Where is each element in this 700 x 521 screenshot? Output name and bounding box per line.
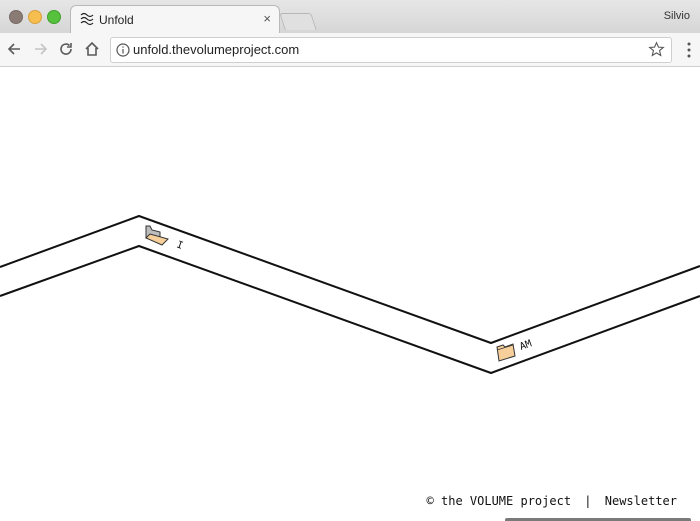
menu-dots-icon[interactable] xyxy=(686,42,692,58)
new-tab-button[interactable] xyxy=(279,13,317,30)
toolbar: unfold.thevolumeproject.com xyxy=(0,33,700,67)
browser-window: Unfold × Silvio unfold.thevolumeproject.… xyxy=(0,0,700,521)
url-text[interactable]: unfold.thevolumeproject.com xyxy=(133,42,299,57)
reload-icon xyxy=(60,43,72,55)
window-minimize-button[interactable] xyxy=(28,10,42,24)
tab-title: Unfold xyxy=(99,13,134,27)
footer: © the VOLUME project | Newsletter xyxy=(427,494,677,508)
folder-closed-icon[interactable] xyxy=(496,343,516,362)
path-bottom-edge xyxy=(0,244,700,375)
reload-button[interactable] xyxy=(56,39,76,59)
back-button[interactable] xyxy=(5,39,25,59)
tab-unfold[interactable]: Unfold × xyxy=(70,5,280,34)
copyright-text: © the VOLUME project xyxy=(426,494,572,508)
folder-label-am[interactable]: AM xyxy=(518,338,533,352)
profile-name[interactable]: Silvio xyxy=(664,10,690,22)
home-icon xyxy=(85,41,99,56)
folded-path-canvas: I AM xyxy=(0,214,700,375)
window-close-button[interactable] xyxy=(9,10,23,24)
page-content: I AM © the VOLUME project | Newsletter xyxy=(0,67,700,521)
back-arrow-icon xyxy=(7,43,20,55)
home-button[interactable] xyxy=(82,39,102,59)
folder-open-icon[interactable] xyxy=(145,225,169,246)
path-top-edge xyxy=(0,214,700,345)
info-icon[interactable] xyxy=(115,42,131,58)
folder-label-i[interactable]: I xyxy=(175,239,184,251)
address-bar[interactable]: unfold.thevolumeproject.com xyxy=(110,37,672,63)
tab-strip: Unfold × Silvio xyxy=(0,0,700,34)
window-maximize-button[interactable] xyxy=(47,10,61,24)
bookmark-star-icon[interactable] xyxy=(648,41,665,58)
footer-separator: | xyxy=(584,494,592,508)
newsletter-link[interactable]: Newsletter xyxy=(605,494,677,508)
tab-close-icon[interactable]: × xyxy=(263,11,271,26)
forward-button[interactable] xyxy=(30,39,50,59)
forward-arrow-icon xyxy=(35,43,48,55)
waves-icon xyxy=(80,12,94,26)
